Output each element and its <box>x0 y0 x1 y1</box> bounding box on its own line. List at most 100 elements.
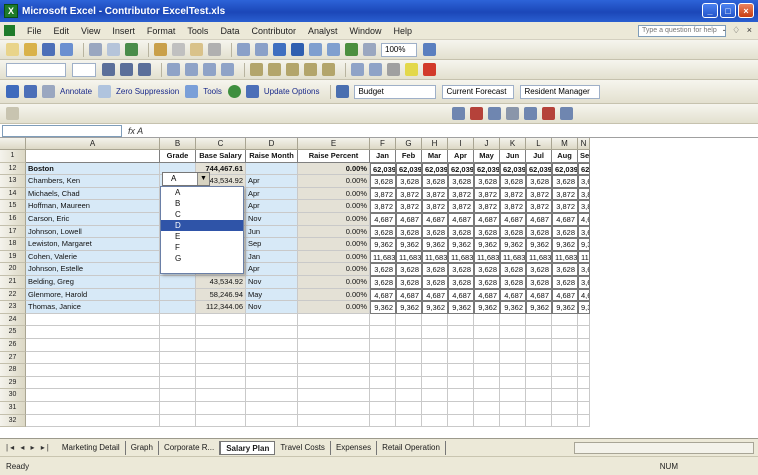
monthly-value-cell[interactable]: 3,872 <box>526 200 552 213</box>
empty-cell[interactable] <box>552 389 578 402</box>
sheet-tab[interactable]: Retail Operation <box>377 440 446 455</box>
empty-cell[interactable] <box>578 389 590 402</box>
row-header[interactable]: 18 <box>0 238 26 251</box>
monthly-value-cell[interactable]: 4,687 <box>526 213 552 226</box>
node-select[interactable]: Resident Manager <box>520 84 601 99</box>
monthly-value-cell[interactable]: 3,628 <box>474 263 500 276</box>
monthly-value-cell[interactable]: 3,628 <box>500 276 526 289</box>
column-header-n[interactable]: N <box>578 138 590 150</box>
empty-cell[interactable] <box>370 339 396 352</box>
empty-cell[interactable] <box>26 414 160 428</box>
empty-cell[interactable] <box>370 402 396 415</box>
empty-cell[interactable] <box>526 402 552 415</box>
grade-option[interactable]: A <box>161 187 243 198</box>
raise-month-cell[interactable]: Nov <box>246 213 298 226</box>
grade-option[interactable]: G <box>161 253 243 264</box>
monthly-value-cell[interactable]: 3,628 <box>474 276 500 289</box>
raise-percent-cell[interactable]: 0.00% <box>298 250 370 264</box>
empty-cell[interactable] <box>26 313 160 327</box>
row-header[interactable]: 19 <box>0 250 26 264</box>
empty-cell[interactable] <box>370 376 396 390</box>
empty-cell[interactable] <box>298 376 370 390</box>
borders-icon[interactable] <box>387 63 400 76</box>
empty-cell[interactable] <box>26 326 160 339</box>
empty-cell[interactable] <box>552 376 578 390</box>
column-label-cell[interactable]: Se <box>578 150 590 163</box>
raise-month-cell[interactable]: Nov <box>246 276 298 289</box>
employee-name-cell[interactable]: Cohen, Valerie <box>26 250 160 264</box>
column-label-cell[interactable]: Jul <box>526 150 552 163</box>
menu-insert[interactable]: Insert <box>106 26 141 36</box>
workbook-window-controls[interactable]: - ♢ × <box>723 25 754 36</box>
row-header[interactable]: 27 <box>0 351 26 365</box>
row-header[interactable]: 24 <box>0 313 26 327</box>
monthly-value-cell[interactable]: 3,872 <box>422 200 448 213</box>
monthly-value-cell[interactable]: 3,872 <box>474 187 500 201</box>
empty-cell[interactable] <box>578 376 590 390</box>
monthly-value-cell[interactable]: 9,362 <box>396 301 422 314</box>
monthly-value-cell[interactable]: 3,6 <box>578 225 590 239</box>
menu-file[interactable]: File <box>21 26 48 36</box>
grade-dropdown-list[interactable]: ABCDEFG <box>160 186 244 274</box>
monthly-value-cell[interactable]: 3,872 <box>526 187 552 201</box>
empty-cell[interactable] <box>500 339 526 352</box>
raise-percent-cell[interactable]: 0.00% <box>298 162 370 176</box>
decrease-decimal-icon[interactable] <box>322 63 335 76</box>
monthly-value-cell[interactable]: 3,628 <box>422 263 448 276</box>
monthly-value-cell[interactable]: 4,687 <box>422 288 448 302</box>
grid-view-icon[interactable] <box>452 107 465 120</box>
filter-icon[interactable] <box>506 107 519 120</box>
menu-help[interactable]: Help <box>388 26 419 36</box>
monthly-value-cell[interactable]: 3,628 <box>552 175 578 188</box>
employee-name-cell[interactable]: Michaels, Chad <box>26 187 160 201</box>
employee-name-cell[interactable]: Johnson, Estelle <box>26 263 160 276</box>
column-label-cell[interactable]: Aug <box>552 150 578 163</box>
employee-name-cell[interactable]: Glenmore, Harold <box>26 288 160 302</box>
monthly-value-cell[interactable]: 3,872 <box>448 187 474 201</box>
empty-cell[interactable] <box>396 326 422 339</box>
grade-option[interactable]: D <box>161 220 243 231</box>
monthly-value-cell[interactable]: 11,683 <box>370 250 396 264</box>
contributor-print-icon[interactable] <box>42 85 55 98</box>
monthly-value-cell[interactable]: 3,628 <box>396 276 422 289</box>
raise-month-cell[interactable]: Apr <box>246 187 298 201</box>
empty-cell[interactable] <box>160 351 196 365</box>
employee-name-cell[interactable]: Johnson, Lowell <box>26 225 160 239</box>
align-left-icon[interactable] <box>167 63 180 76</box>
sheet-tab[interactable]: Marketing Detail <box>57 440 126 455</box>
empty-cell[interactable] <box>160 313 196 327</box>
monthly-value-cell[interactable]: 62,0 <box>578 162 590 176</box>
monthly-value-cell[interactable]: 3,8 <box>578 200 590 213</box>
monthly-value-cell[interactable]: 3,6 <box>578 263 590 276</box>
monthly-value-cell[interactable]: 3,628 <box>422 175 448 188</box>
empty-cell[interactable] <box>370 351 396 365</box>
employee-name-cell[interactable]: Boston <box>26 162 160 176</box>
monthly-value-cell[interactable]: 4,687 <box>526 288 552 302</box>
flag-red-2-icon[interactable] <box>542 107 555 120</box>
row-header[interactable]: 22 <box>0 288 26 302</box>
close-button[interactable]: × <box>738 3 754 18</box>
column-header-j[interactable]: J <box>474 138 500 150</box>
monthly-value-cell[interactable]: 9,362 <box>552 238 578 251</box>
monthly-value-cell[interactable]: 3,628 <box>422 276 448 289</box>
row-header[interactable]: 30 <box>0 389 26 402</box>
employee-name-cell[interactable]: Lewiston, Margaret <box>26 238 160 251</box>
percent-icon[interactable] <box>268 63 281 76</box>
empty-cell[interactable] <box>160 326 196 339</box>
empty-cell[interactable] <box>474 326 500 339</box>
empty-cell[interactable] <box>160 339 196 352</box>
monthly-value-cell[interactable]: 11,683 <box>396 250 422 264</box>
column-header-m[interactable]: M <box>552 138 578 150</box>
empty-cell[interactable] <box>196 376 246 390</box>
menu-analyst[interactable]: Analyst <box>302 26 344 36</box>
empty-cell[interactable] <box>298 389 370 402</box>
employee-name-cell[interactable]: Thomas, Janice <box>26 301 160 314</box>
monthly-value-cell[interactable]: 4,6 <box>578 213 590 226</box>
empty-cell[interactable] <box>474 402 500 415</box>
monthly-value-cell[interactable]: 3,628 <box>552 263 578 276</box>
merge-center-icon[interactable] <box>221 63 234 76</box>
empty-cell[interactable] <box>26 389 160 402</box>
empty-cell[interactable] <box>246 389 298 402</box>
monthly-value-cell[interactable]: 62,039 <box>448 162 474 176</box>
monthly-value-cell[interactable]: 62,039 <box>396 162 422 176</box>
